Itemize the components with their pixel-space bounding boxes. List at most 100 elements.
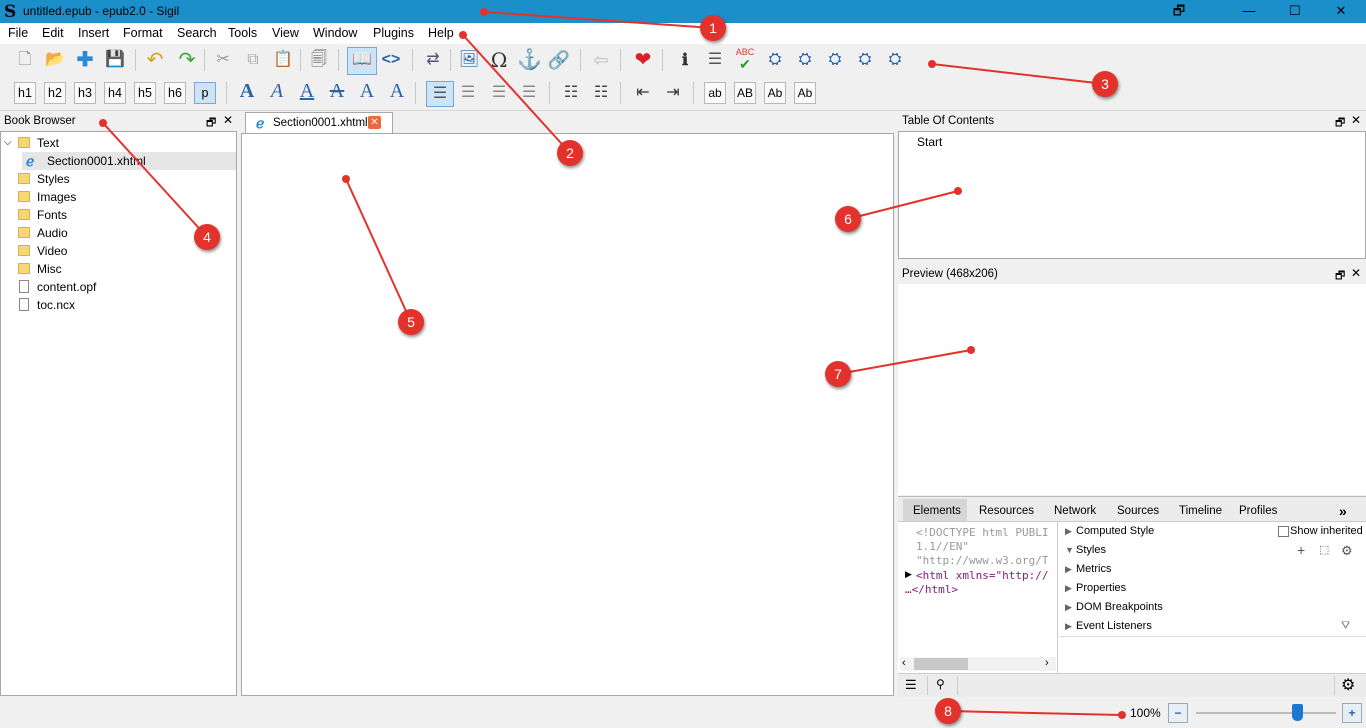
close-panel-icon[interactable]: ✕ bbox=[1351, 113, 1361, 127]
plugin-2-icon[interactable]: ⛭ bbox=[793, 48, 817, 72]
insert-image-icon[interactable]: 🖼 bbox=[457, 48, 481, 72]
maximize-button[interactable]: ☐ bbox=[1272, 0, 1318, 23]
dom-breakpoints-section[interactable]: ▶ DOM Breakpoints bbox=[1059, 598, 1366, 618]
bullet-list-icon[interactable]: ☷ bbox=[559, 81, 583, 105]
lowercase-button[interactable]: ab bbox=[704, 82, 726, 104]
console-toggle-icon[interactable]: ☰ bbox=[905, 677, 917, 693]
bold-button[interactable]: A bbox=[234, 80, 260, 106]
strikethrough-button[interactable]: A bbox=[324, 80, 350, 106]
close-button[interactable]: ✕ bbox=[1318, 0, 1364, 23]
metadata-info-icon[interactable]: ℹ bbox=[673, 48, 697, 72]
undo-icon[interactable]: ↶ bbox=[143, 48, 167, 72]
filter-icon[interactable]: ⛛ bbox=[1341, 617, 1350, 636]
tree-file-content-opf[interactable]: content.opf bbox=[37, 278, 96, 296]
inspector-tab-sources[interactable]: Sources bbox=[1117, 501, 1159, 521]
copy-icon[interactable]: ⧉ bbox=[241, 48, 265, 72]
menu-window[interactable]: Window bbox=[313, 26, 357, 40]
heading-h1-button[interactable]: h1 bbox=[14, 82, 36, 104]
plugin-1-icon[interactable]: ⛭ bbox=[763, 48, 787, 72]
subscript-button[interactable]: A bbox=[354, 80, 380, 106]
computed-style-section[interactable]: ▶ Computed Style Show inherited bbox=[1059, 522, 1366, 542]
properties-section[interactable]: ▶ Properties bbox=[1059, 579, 1366, 599]
heading-h2-button[interactable]: h2 bbox=[44, 82, 66, 104]
superscript-button[interactable]: A bbox=[384, 80, 410, 106]
add-style-rule-icon[interactable]: + bbox=[1297, 541, 1305, 560]
menu-plugins[interactable]: Plugins bbox=[373, 26, 414, 40]
styles-settings-icon[interactable]: ⚙ bbox=[1341, 541, 1353, 560]
tree-folder-images[interactable]: Images bbox=[37, 188, 76, 206]
scroll-left-icon[interactable]: ‹ bbox=[902, 657, 906, 669]
minimize-button[interactable]: — bbox=[1226, 0, 1272, 23]
tree-folder-audio[interactable]: Audio bbox=[37, 224, 68, 242]
decrease-indent-icon[interactable]: ⇤ bbox=[631, 81, 655, 105]
tree-folder-video[interactable]: Video bbox=[37, 242, 67, 260]
toc-entry[interactable]: Start bbox=[917, 135, 942, 149]
insert-link-icon[interactable]: 🔗 bbox=[547, 48, 571, 72]
heading-h6-button[interactable]: h6 bbox=[164, 82, 186, 104]
save-icon[interactable]: 💾 bbox=[103, 48, 127, 72]
close-panel-icon[interactable]: ✕ bbox=[223, 113, 233, 127]
numbered-list-icon[interactable]: ☷ bbox=[589, 81, 613, 105]
cut-icon[interactable]: ✂ bbox=[211, 48, 235, 72]
collapse-arrow-icon[interactable]: ⌵ bbox=[4, 134, 12, 152]
menu-tools[interactable]: Tools bbox=[228, 26, 257, 40]
menu-help[interactable]: Help bbox=[428, 26, 454, 40]
scrollbar-thumb[interactable] bbox=[914, 658, 968, 670]
menu-format[interactable]: Format bbox=[123, 26, 163, 40]
new-file-icon[interactable]: 🗋 bbox=[13, 48, 37, 72]
align-right-icon[interactable]: ☰ bbox=[487, 81, 511, 105]
heading-h5-button[interactable]: h5 bbox=[134, 82, 156, 104]
menu-edit[interactable]: Edit bbox=[42, 26, 64, 40]
tree-file-toc-ncx[interactable]: toc.ncx bbox=[37, 296, 75, 314]
align-justify-icon[interactable]: ☰ bbox=[517, 81, 541, 105]
insert-special-character-icon[interactable]: Ω bbox=[487, 48, 511, 72]
uppercase-button[interactable]: AB bbox=[734, 82, 756, 104]
inspector-tab-network[interactable]: Network bbox=[1054, 501, 1096, 521]
close-tab-icon[interactable]: ✕ bbox=[368, 116, 381, 129]
editor-tab[interactable]: ℯ Section0001.xhtml ✕ bbox=[245, 112, 393, 134]
plugin-3-icon[interactable]: ⛭ bbox=[823, 48, 847, 72]
spellcheck-icon[interactable]: ABC ✔ bbox=[733, 46, 757, 71]
search-icon[interactable]: ⚲ bbox=[936, 677, 945, 691]
editor-book-view[interactable] bbox=[241, 133, 894, 696]
redo-icon[interactable]: ↷ bbox=[175, 48, 199, 72]
dom-html-open[interactable]: <html xmlns="http:// bbox=[916, 569, 1048, 582]
plugin-4-icon[interactable]: ⛭ bbox=[853, 48, 877, 72]
book-view-icon[interactable]: 📖 bbox=[347, 47, 377, 75]
menu-insert[interactable]: Insert bbox=[78, 26, 109, 40]
show-inherited-checkbox[interactable] bbox=[1278, 526, 1289, 537]
inspector-settings-icon[interactable]: ⚙ bbox=[1341, 675, 1355, 695]
paste-icon[interactable]: 📋 bbox=[271, 48, 295, 72]
plugin-5-icon[interactable]: ⛭ bbox=[883, 48, 907, 72]
zoom-slider-thumb[interactable] bbox=[1291, 704, 1303, 721]
donate-heart-icon[interactable]: ❤ bbox=[631, 48, 655, 72]
titlecase-button[interactable]: Ab bbox=[764, 82, 786, 104]
add-file-icon[interactable]: ✚ bbox=[73, 48, 97, 72]
inspector-more-tabs[interactable]: » bbox=[1339, 501, 1347, 521]
zoom-in-button[interactable]: + bbox=[1342, 703, 1362, 723]
tree-folder-fonts[interactable]: Fonts bbox=[37, 206, 67, 224]
code-view-icon[interactable]: <> bbox=[379, 48, 403, 72]
event-listeners-section[interactable]: ▶ Event Listeners ⛛ bbox=[1059, 617, 1366, 637]
inspector-tab-elements[interactable]: Elements bbox=[913, 501, 961, 521]
tree-file-section0001[interactable]: Section0001.xhtml bbox=[47, 152, 146, 170]
menu-search[interactable]: Search bbox=[177, 26, 217, 40]
underline-button[interactable]: A bbox=[294, 80, 320, 106]
align-left-icon[interactable]: ☰ bbox=[426, 81, 454, 107]
align-center-icon[interactable]: ☰ bbox=[456, 81, 480, 105]
open-folder-icon[interactable]: 📂 bbox=[43, 48, 67, 72]
print-preview-icon[interactable]: 🗐 bbox=[307, 48, 331, 72]
table-of-contents-icon[interactable]: ☰ bbox=[703, 48, 727, 72]
expand-arrow-icon[interactable]: ▶ bbox=[905, 569, 912, 580]
tree-folder-styles[interactable]: Styles bbox=[37, 170, 70, 188]
tree-folder-misc[interactable]: Misc bbox=[37, 260, 62, 278]
menu-file[interactable]: File bbox=[8, 26, 28, 40]
increase-indent-icon[interactable]: ⇥ bbox=[661, 81, 685, 105]
italic-button[interactable]: A bbox=[264, 80, 290, 106]
restore-layout-icon[interactable]: 🗗 bbox=[1156, 0, 1202, 23]
scroll-right-icon[interactable]: › bbox=[1045, 657, 1049, 669]
back-arrow-icon[interactable]: ⇦ bbox=[589, 48, 613, 72]
metrics-section[interactable]: ▶ Metrics bbox=[1059, 560, 1366, 580]
zoom-out-button[interactable]: − bbox=[1168, 703, 1188, 723]
toggle-element-state-icon[interactable]: ⬚ bbox=[1319, 541, 1329, 560]
